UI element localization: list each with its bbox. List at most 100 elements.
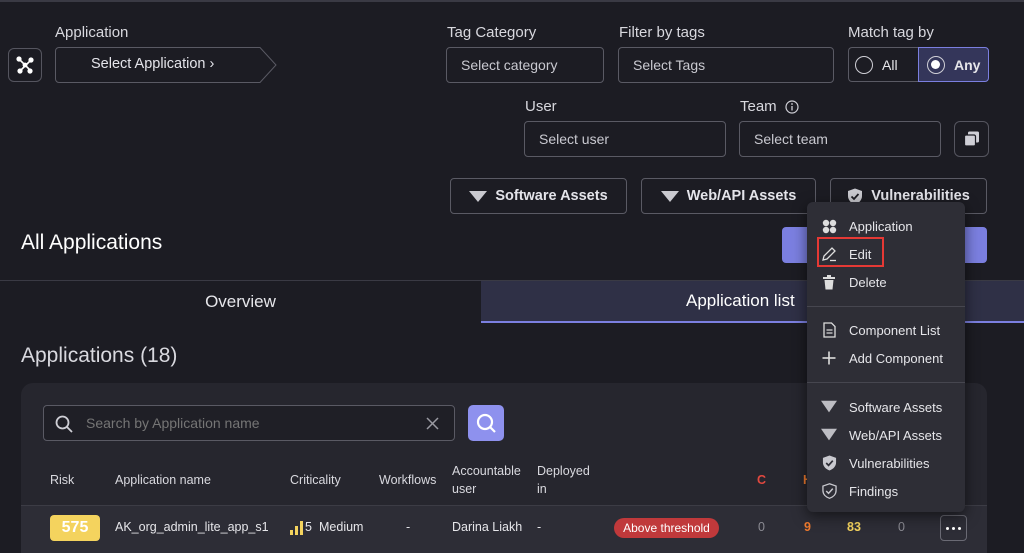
risk-badge: 575 [50,515,100,541]
webapi-assets-button[interactable]: Web/API Assets [641,178,816,214]
search-icon [476,413,496,433]
menu-item-edit[interactable]: Edit [821,242,871,266]
application-label: Application [55,24,129,41]
application-selector-text: Select Application › [91,56,215,72]
menu-divider [807,382,965,383]
search-input[interactable] [86,412,406,434]
tag-category-placeholder: Select category [461,57,558,73]
menu-item-software-assets[interactable]: Software Assets [821,395,942,419]
header-deployed-line1: Deployed [537,464,590,478]
team-placeholder: Select team [754,131,828,147]
radio-checked-icon [927,55,945,74]
software-assets-label: Software Assets [495,188,608,204]
header-accountable-user[interactable]: Accountable user [452,462,521,498]
nodes-icon [16,56,34,74]
menu-label-component-list: Component List [849,322,941,338]
clear-icon[interactable] [426,417,439,430]
triangle-icon [821,427,837,443]
team-label-group: Team [740,98,799,115]
copy-button[interactable] [954,121,989,157]
menu-item-application[interactable]: Application [821,214,913,238]
cell-criticality-label: Medium [319,520,364,534]
menu-label-software-assets: Software Assets [849,399,943,415]
menu-item-findings[interactable]: Findings [821,479,898,503]
menu-label-delete: Delete [849,274,887,290]
shield-check-icon [821,455,837,471]
threshold-badge: Above threshold [614,518,719,538]
menu-item-delete[interactable]: Delete [821,270,887,294]
search-button[interactable] [468,405,504,441]
search-box [43,405,455,441]
page-title: All Applications [21,231,163,254]
app-logo-button[interactable] [8,48,42,82]
shield-outline-icon [821,483,837,499]
tab-application-list-label: Application list [686,291,795,310]
top-border [0,0,1024,2]
tag-category-label: Tag Category [447,24,537,41]
tab-overview[interactable]: Overview [0,281,481,323]
menu-label-findings: Findings [849,483,899,499]
tab-overview-label: Overview [205,292,276,311]
cell-deployed-in: - [537,520,542,534]
user-placeholder: Select user [539,131,610,147]
menu-label-vulnerabilities: Vulnerabilities [849,455,930,471]
triangle-icon [469,190,488,202]
software-assets-button[interactable]: Software Assets [450,178,627,214]
cell-workflows: - [406,520,411,534]
user-label: User [525,98,557,115]
header-workflows[interactable]: Workflows [379,471,436,489]
more-dot-icon [946,526,949,530]
radio-unchecked-icon [855,55,873,74]
header-deployed-in[interactable]: Deployed in [537,462,590,498]
menu-label-add-component: Add Component [849,350,943,366]
context-menu: Application Edit Delete Component List A… [807,202,965,512]
menu-item-webapi-assets[interactable]: Web/API Assets [821,423,942,447]
cell-high-count: 9 [804,520,811,534]
tag-category-select[interactable]: Select category [446,47,604,83]
pencil-icon [821,246,837,262]
row-actions-button[interactable] [940,515,967,541]
header-criticality[interactable]: Criticality [290,471,341,489]
webapi-assets-label: Web/API Assets [686,188,797,204]
triangle-icon [660,190,679,202]
team-label: Team [740,98,777,115]
filter-tags-label: Filter by tags [619,24,705,41]
cell-low-count: 0 [898,520,905,534]
menu-item-add-component[interactable]: Add Component [821,346,943,370]
cell-medium-count: 83 [847,520,861,534]
match-tag-label: Match tag by [848,24,934,41]
criticality-bars-icon [290,520,303,535]
menu-item-vulnerabilities[interactable]: Vulnerabilities [821,451,929,475]
applications-heading: Applications (18) [21,344,178,367]
match-any-option[interactable]: Any [918,47,989,82]
match-all-option[interactable]: All [848,47,918,82]
document-icon [821,322,837,338]
menu-divider [807,306,965,307]
more-dot-icon [958,526,961,530]
trash-icon [821,274,837,290]
header-accountable-line1: Accountable [452,464,521,478]
match-any-label: Any [954,56,981,73]
user-select[interactable]: Select user [524,121,726,157]
match-all-label: All [882,56,898,73]
plus-icon [821,350,837,366]
application-selector[interactable]: Select Application › [55,47,277,83]
team-select[interactable]: Select team [739,121,941,157]
menu-label-webapi-assets: Web/API Assets [849,427,942,443]
header-critical[interactable]: C [757,471,766,489]
menu-item-component-list[interactable]: Component List [821,318,940,342]
filter-tags-select[interactable]: Select Tags [618,47,834,83]
cell-application-name[interactable]: AK_org_admin_lite_app_s1 [115,520,269,534]
header-deployed-line2: in [537,482,547,496]
copy-icon [963,131,979,147]
menu-label-edit: Edit [849,246,872,262]
info-icon[interactable] [785,99,799,114]
header-application-name[interactable]: Application name [115,471,211,489]
menu-label-application: Application [849,218,913,234]
cell-criticality-level: 5 [305,520,312,534]
cell-critical-count: 0 [758,520,765,534]
cell-accountable-user: Darina Liakh [452,520,523,534]
search-icon [55,415,73,433]
more-dot-icon [952,526,955,530]
header-risk[interactable]: Risk [50,471,74,489]
